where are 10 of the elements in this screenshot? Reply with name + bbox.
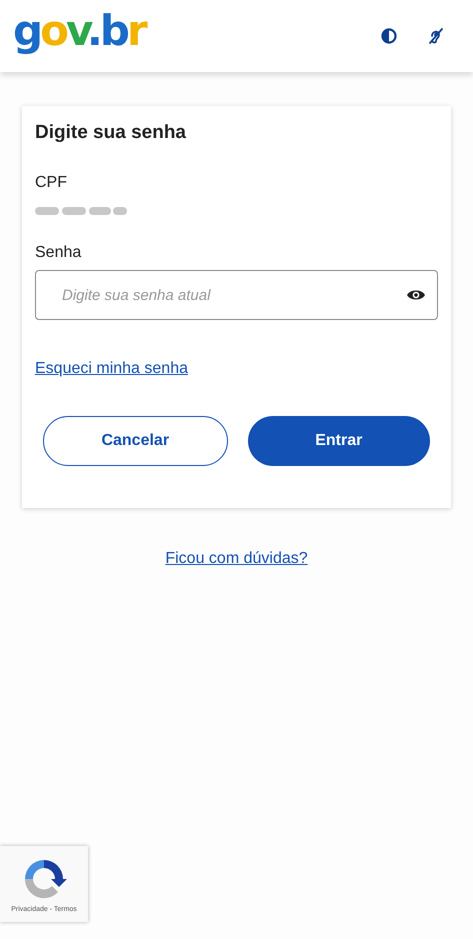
password-label: Senha bbox=[35, 244, 82, 262]
cancel-button[interactable]: Cancelar bbox=[43, 416, 228, 466]
logo: gov.br bbox=[13, 10, 145, 52]
eye-icon[interactable] bbox=[406, 288, 426, 302]
login-button[interactable]: Entrar bbox=[248, 416, 430, 466]
cpf-label: CPF bbox=[35, 174, 68, 192]
card-title: Digite sua senha bbox=[35, 122, 187, 144]
password-field[interactable]: Digite sua senha atual bbox=[35, 270, 438, 320]
help-link[interactable]: Ficou com dúvidas? bbox=[165, 550, 308, 568]
forgot-password-link[interactable]: Esqueci minha senha bbox=[35, 360, 188, 378]
